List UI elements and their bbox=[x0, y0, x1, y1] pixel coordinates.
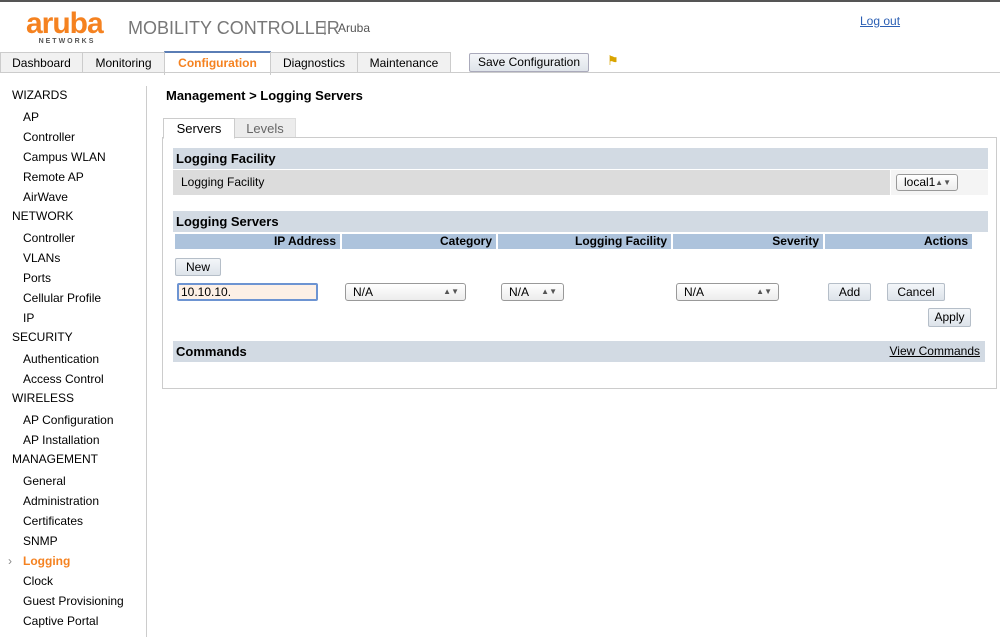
sidebar-item-ap[interactable]: AP bbox=[0, 107, 146, 127]
page-title: Management > Logging Servers bbox=[166, 88, 363, 103]
sidebar-item-ap-configuration[interactable]: AP Configuration bbox=[0, 410, 146, 430]
category-select[interactable]: N/A ▲▼ bbox=[345, 283, 466, 301]
severity-select[interactable]: N/A ▲▼ bbox=[676, 283, 779, 301]
logout-link[interactable]: Log out bbox=[860, 14, 900, 28]
sidebar-item-label: Controller bbox=[23, 231, 76, 245]
sidebar-item-ports[interactable]: Ports bbox=[0, 268, 146, 288]
sidebar: WIZARDS AP Controller Campus WLAN Remote AP A… bbox=[0, 86, 147, 637]
select-arrows-icon: ▲▼ bbox=[935, 178, 951, 187]
apply-button[interactable]: Apply bbox=[928, 308, 971, 327]
tab-monitoring[interactable]: Monitoring bbox=[82, 52, 165, 73]
sidebar-item-snmp[interactable]: SNMP bbox=[0, 531, 146, 551]
sidebar-item-label: Cellular Profile bbox=[23, 291, 102, 305]
sidebar-item-label: VLANs bbox=[23, 251, 61, 265]
commands-header: Commands View Commands bbox=[173, 341, 985, 362]
sidebar-item-label: Access Control bbox=[23, 372, 104, 386]
sidebar-item-airwave[interactable]: AirWave bbox=[0, 187, 146, 207]
sidebar-item-vlans[interactable]: VLANs bbox=[0, 248, 146, 268]
column-ip-address: IP Address bbox=[175, 234, 340, 249]
sidebar-item-label: Logging bbox=[23, 554, 71, 568]
sidebar-item-label: Ports bbox=[23, 271, 52, 285]
sidebar-item-label: Clock bbox=[23, 574, 54, 588]
sidebar-section-security: SECURITY bbox=[12, 330, 73, 344]
sidebar-item-campus-wlan[interactable]: Campus WLAN bbox=[0, 147, 146, 167]
sidebar-item-clock[interactable]: Clock bbox=[0, 571, 146, 591]
view-commands-link[interactable]: View Commands bbox=[890, 341, 980, 362]
sidebar-item-label: Remote AP bbox=[23, 170, 84, 184]
tab-servers[interactable]: Servers bbox=[163, 118, 235, 139]
flag-icon[interactable]: ⚑ bbox=[607, 53, 619, 69]
commands-title: Commands bbox=[176, 344, 247, 359]
sidebar-item-general[interactable]: General bbox=[0, 471, 146, 491]
sidebar-item-label: IP bbox=[23, 311, 35, 325]
sidebar-item-label: Administration bbox=[23, 494, 100, 508]
header-separator: | bbox=[323, 19, 327, 36]
sidebar-item-certificates[interactable]: Certificates bbox=[0, 511, 146, 531]
cancel-button[interactable]: Cancel bbox=[887, 283, 945, 301]
sidebar-item-label: AP bbox=[23, 110, 40, 124]
ip-address-input[interactable] bbox=[177, 283, 318, 301]
category-value: N/A bbox=[353, 285, 374, 299]
sidebar-section-management: MANAGEMENT bbox=[12, 452, 99, 466]
tab-levels[interactable]: Levels bbox=[234, 118, 296, 138]
sidebar-item-authentication[interactable]: Authentication bbox=[0, 349, 146, 369]
sidebar-section-wireless: WIRELESS bbox=[12, 391, 75, 405]
logging-facility-label: Logging Facility bbox=[173, 170, 890, 195]
new-button[interactable]: New bbox=[175, 258, 221, 276]
sidebar-item-remote-ap[interactable]: Remote AP bbox=[0, 167, 146, 187]
product-name: MOBILITY CONTROLLER bbox=[128, 18, 340, 38]
server-facility-value: N/A bbox=[509, 285, 530, 299]
chevron-right-icon: › bbox=[8, 554, 12, 568]
top-border bbox=[0, 0, 1000, 2]
sidebar-item-captive-portal[interactable]: Captive Portal bbox=[0, 611, 146, 631]
aruba-logo: aruba NETWORKS bbox=[26, 7, 108, 46]
sidebar-item-ip[interactable]: IP bbox=[0, 308, 146, 328]
add-button[interactable]: Add bbox=[828, 283, 871, 301]
sidebar-item-cellular-profile[interactable]: Cellular Profile bbox=[0, 288, 146, 308]
sidebar-item-label: Authentication bbox=[23, 352, 100, 366]
controller-name: Aruba bbox=[338, 21, 371, 35]
sidebar-item-label: AP Installation bbox=[23, 433, 100, 447]
select-arrows-icon: ▲▼ bbox=[443, 287, 459, 296]
select-arrows-icon: ▲▼ bbox=[541, 287, 557, 296]
column-actions: Actions bbox=[825, 234, 972, 249]
sidebar-item-ap-installation[interactable]: AP Installation bbox=[0, 430, 146, 450]
column-logging-facility: Logging Facility bbox=[498, 234, 671, 249]
sidebar-item-label: General bbox=[23, 474, 66, 488]
column-severity: Severity bbox=[673, 234, 823, 249]
sidebar-item-label: Controller bbox=[23, 130, 76, 144]
tab-maintenance[interactable]: Maintenance bbox=[357, 52, 451, 73]
sidebar-item-label: Captive Portal bbox=[23, 614, 99, 628]
sidebar-item-controller[interactable]: Controller bbox=[0, 127, 146, 147]
sidebar-item-label: Guest Provisioning bbox=[23, 594, 124, 608]
logo-text: aruba bbox=[26, 7, 104, 40]
logging-facility-value: local1 bbox=[904, 175, 936, 189]
tab-diagnostics[interactable]: Diagnostics bbox=[270, 52, 358, 73]
column-category: Category bbox=[342, 234, 496, 249]
sidebar-item-logging[interactable]: › Logging bbox=[0, 551, 146, 571]
logging-facility-header: Logging Facility bbox=[173, 148, 988, 169]
logging-servers-header: Logging Servers bbox=[173, 211, 988, 232]
sidebar-item-label: AirWave bbox=[23, 190, 68, 204]
sidebar-item-label: AP Configuration bbox=[23, 413, 114, 427]
sidebar-item-guest-provisioning[interactable]: Guest Provisioning bbox=[0, 591, 146, 611]
logging-facility-select[interactable]: local1 ▲▼ bbox=[896, 174, 958, 191]
sidebar-section-wizards: WIZARDS bbox=[12, 88, 68, 102]
select-arrows-icon: ▲▼ bbox=[756, 287, 772, 296]
tab-dashboard[interactable]: Dashboard bbox=[0, 52, 83, 73]
sidebar-section-network: NETWORK bbox=[12, 209, 74, 223]
severity-value: N/A bbox=[684, 285, 705, 299]
sidebar-item-label: Certificates bbox=[23, 514, 84, 528]
save-configuration-button[interactable]: Save Configuration bbox=[469, 53, 589, 72]
server-facility-select[interactable]: N/A ▲▼ bbox=[501, 283, 564, 301]
sidebar-item-label: Campus WLAN bbox=[23, 150, 106, 164]
sidebar-item-controller[interactable]: Controller bbox=[0, 228, 146, 248]
sidebar-item-administration[interactable]: Administration bbox=[0, 491, 146, 511]
sidebar-item-label: SNMP bbox=[23, 534, 58, 548]
nav-divider bbox=[0, 72, 1000, 73]
sidebar-item-access-control[interactable]: Access Control bbox=[0, 369, 146, 389]
